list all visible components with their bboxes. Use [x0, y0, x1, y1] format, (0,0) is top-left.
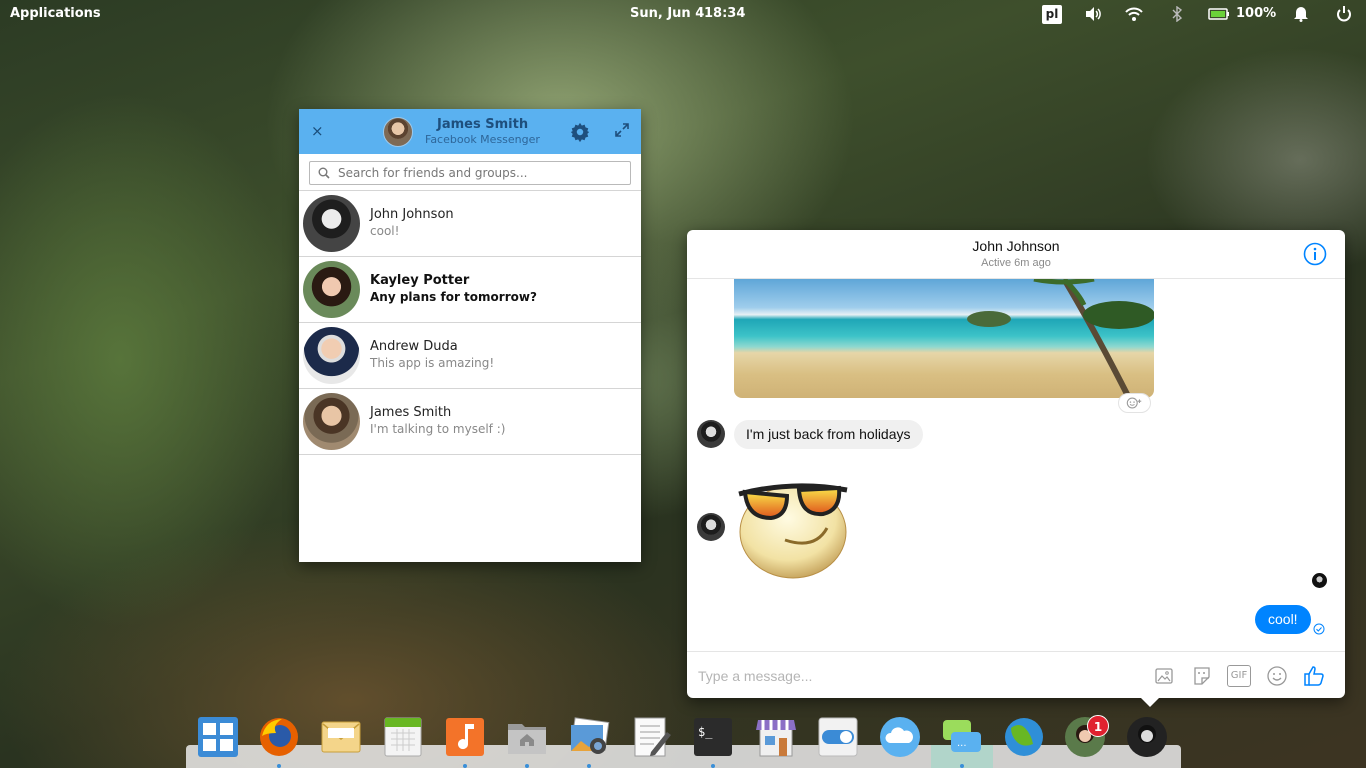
message-composer: Type a message... GIF	[687, 651, 1345, 698]
conversation-item[interactable]: Andrew Duda This app is amazing!	[299, 323, 641, 389]
system-settings-icon[interactable]	[817, 716, 859, 758]
music-icon[interactable]	[444, 716, 486, 758]
messenger-list-window: × James Smith Facebook Messenger Search …	[299, 109, 641, 562]
chat-active-status: Active 6m ago	[981, 257, 1051, 269]
multitasking-view-icon[interactable]	[197, 716, 239, 758]
contact-name: John Johnson	[370, 207, 454, 222]
outgoing-message[interactable]: cool!	[1255, 605, 1311, 634]
user-name: James Smith	[437, 117, 529, 132]
messenger-icon[interactable]: ...	[941, 716, 983, 758]
text-editor-icon[interactable]	[631, 716, 673, 758]
message-input[interactable]: Type a message...	[698, 668, 812, 684]
photos-icon[interactable]	[568, 716, 610, 758]
mail-icon[interactable]	[320, 716, 362, 758]
contact-name: James Smith	[370, 405, 452, 420]
seen-by-avatar	[1312, 573, 1327, 588]
expand-icon[interactable]	[615, 123, 629, 137]
conversation-item[interactable]: Kayley Potter Any plans for tomorrow?	[299, 257, 641, 323]
contact-name: Kayley Potter	[370, 273, 470, 288]
files-icon[interactable]	[506, 716, 548, 758]
app-name: Facebook Messenger	[425, 133, 540, 146]
firefox-icon[interactable]	[258, 716, 300, 758]
conversation-list: John Johnson cool! Kayley Potter Any pla…	[299, 190, 641, 455]
running-indicator	[711, 764, 715, 768]
running-indicator	[960, 764, 964, 768]
chat-window-pointer	[1140, 697, 1160, 707]
panel-date[interactable]: Sun, Jun 4	[630, 6, 704, 21]
palm-tree-icon	[967, 279, 1154, 398]
svg-text:...: ...	[957, 738, 967, 749]
last-message: I'm talking to myself :)	[370, 422, 506, 436]
search-input[interactable]: Search for friends and groups...	[309, 161, 631, 185]
conversation-item[interactable]: John Johnson cool!	[299, 191, 641, 257]
last-message: cool!	[370, 224, 400, 238]
incoming-message[interactable]: I'm just back from holidays	[734, 420, 923, 449]
volume-icon[interactable]	[1085, 6, 1103, 22]
battery-percentage[interactable]: 100%	[1236, 6, 1276, 21]
sunglasses-emoji-sticker-icon[interactable]	[735, 476, 853, 580]
shared-photo[interactable]	[734, 279, 1154, 398]
conversation-item[interactable]: James Smith I'm talking to myself :)	[299, 389, 641, 455]
running-indicator	[463, 764, 467, 768]
contact-avatar	[303, 393, 360, 450]
contact-avatar-small[interactable]	[697, 420, 725, 448]
chat-contact-name[interactable]: John Johnson	[687, 238, 1345, 254]
add-reaction-icon[interactable]	[1118, 393, 1151, 413]
john-johnson-chat-icon[interactable]	[1126, 716, 1168, 758]
contact-avatar	[303, 195, 360, 252]
web-browser-icon[interactable]	[1003, 716, 1045, 758]
settings-gear-icon[interactable]	[569, 121, 591, 143]
app-center-icon[interactable]	[755, 716, 797, 758]
running-indicator	[277, 764, 281, 768]
last-message: Any plans for tomorrow?	[370, 290, 537, 304]
chat-window: John Johnson Active 6m ago I'm just back…	[687, 230, 1345, 698]
emoji-icon[interactable]	[1265, 664, 1289, 688]
delivered-check-icon	[1313, 623, 1325, 635]
battery-icon[interactable]	[1208, 6, 1230, 22]
notification-badge: 1	[1087, 715, 1109, 737]
calendar-icon[interactable]	[382, 716, 424, 758]
contact-avatar	[303, 261, 360, 318]
last-message: This app is amazing!	[370, 356, 495, 370]
terminal-icon[interactable]: $_	[692, 716, 734, 758]
info-icon[interactable]	[1303, 242, 1327, 266]
close-button[interactable]: ×	[311, 122, 324, 140]
panel-time[interactable]: 18:34	[704, 6, 745, 21]
gif-button[interactable]: GIF	[1227, 665, 1251, 687]
keyboard-layout-indicator[interactable]: pl	[1042, 5, 1062, 24]
sticker-icon[interactable]	[1190, 664, 1214, 688]
like-thumbs-up-icon[interactable]	[1302, 664, 1326, 688]
wifi-icon[interactable]	[1125, 6, 1143, 22]
running-indicator	[587, 764, 591, 768]
user-avatar[interactable]	[383, 117, 413, 147]
contact-avatar	[303, 327, 360, 384]
svg-text:$_: $_	[698, 725, 713, 739]
bluetooth-icon[interactable]	[1168, 6, 1186, 22]
contact-avatar-small[interactable]	[697, 513, 725, 541]
search-icon	[318, 167, 330, 179]
contact-name: Andrew Duda	[370, 339, 458, 354]
list-window-header: × James Smith Facebook Messenger	[299, 109, 641, 154]
photo-attach-icon[interactable]	[1153, 664, 1177, 688]
chat-header: John Johnson Active 6m ago	[687, 230, 1345, 279]
running-indicator	[525, 764, 529, 768]
cloud-icon[interactable]	[879, 716, 921, 758]
power-icon[interactable]	[1335, 6, 1353, 22]
top-panel: Applications Sun, Jun 4 18:34 pl 100%	[0, 0, 1366, 28]
applications-menu[interactable]: Applications	[10, 6, 101, 21]
notifications-bell-icon[interactable]	[1292, 6, 1310, 22]
